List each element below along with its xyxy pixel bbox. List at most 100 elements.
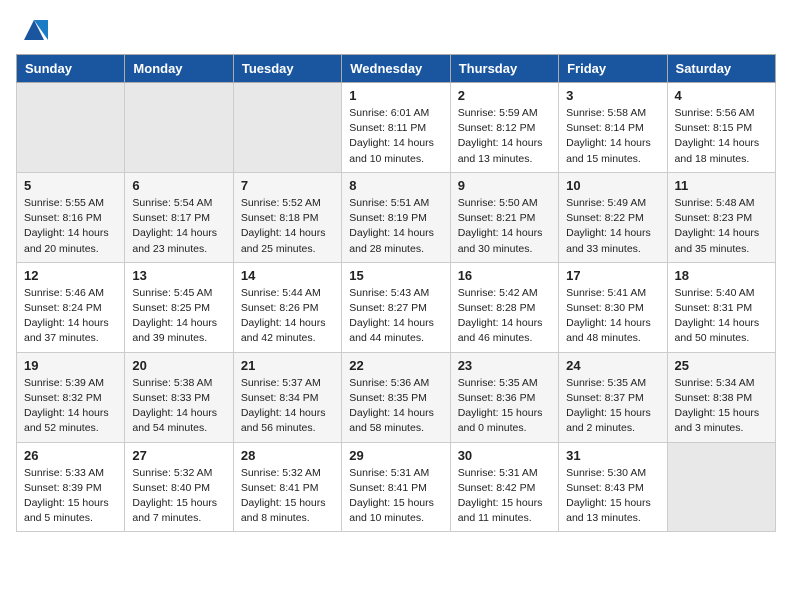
day-number: 13	[132, 268, 225, 283]
logo-icon	[20, 16, 48, 44]
day-number: 29	[349, 448, 442, 463]
calendar-cell: 13 Sunrise: 5:45 AM Sunset: 8:25 PM Dayli…	[125, 262, 233, 352]
calendar-cell: 18Sunrise: 5:40 AM Sunset: 8:31 PM Dayli…	[667, 262, 775, 352]
day-number: 30	[458, 448, 551, 463]
day-info: Sunrise: 5:36 AM Sunset: 8:35 PM Dayligh…	[349, 376, 442, 437]
day-info: Sunrise: 5:48 AM Sunset: 8:23 PM Dayligh…	[675, 196, 768, 257]
day-number: 14	[241, 268, 334, 283]
day-info: Sunrise: 5:42 AM Sunset: 8:28 PM Dayligh…	[458, 286, 551, 347]
calendar-cell: 29 Sunrise: 5:31 AM Sunset: 8:41 PM Dayli…	[342, 442, 450, 532]
day-info: Sunrise: 5:54 AM Sunset: 8:17 PM Dayligh…	[132, 196, 225, 257]
header-thursday: Thursday	[450, 55, 558, 83]
day-number: 6	[132, 178, 225, 193]
day-info: Sunrise: 5:38 AM Sunset: 8:33 PM Dayligh…	[132, 376, 225, 437]
day-info: Sunrise: 5:45 AM Sunset: 8:25 PM Dayligh…	[132, 286, 225, 347]
day-info: Sunrise: 5:31 AM Sunset: 8:41 PM Dayligh…	[349, 466, 442, 527]
day-info: Sunrise: 5:43 AM Sunset: 8:27 PM Dayligh…	[349, 286, 442, 347]
calendar-cell: 20 Sunrise: 5:38 AM Sunset: 8:33 PM Dayli…	[125, 352, 233, 442]
day-number: 9	[458, 178, 551, 193]
calendar-cell	[125, 83, 233, 173]
calendar-cell: 25Sunrise: 5:34 AM Sunset: 8:38 PM Dayli…	[667, 352, 775, 442]
calendar-cell: 11 Sunrise: 5:48 AM Sunset: 8:23 PM Dayli…	[667, 172, 775, 262]
calendar-table: SundayMondayTuesdayWednesdayThursdayFrid…	[16, 54, 776, 532]
header-wednesday: Wednesday	[342, 55, 450, 83]
calendar-week-row: 5 Sunrise: 5:55 AM Sunset: 8:16 PM Daylig…	[17, 172, 776, 262]
calendar-cell: 4 Sunrise: 5:56 AM Sunset: 8:15 PM Daylig…	[667, 83, 775, 173]
day-number: 27	[132, 448, 225, 463]
page-header	[16, 16, 776, 44]
day-number: 24	[566, 358, 659, 373]
day-number: 22	[349, 358, 442, 373]
calendar-cell: 16 Sunrise: 5:42 AM Sunset: 8:28 PM Dayli…	[450, 262, 558, 352]
calendar-cell: 5 Sunrise: 5:55 AM Sunset: 8:16 PM Daylig…	[17, 172, 125, 262]
header-friday: Friday	[559, 55, 667, 83]
calendar-cell: 31Sunrise: 5:30 AM Sunset: 8:43 PM Dayli…	[559, 442, 667, 532]
day-number: 8	[349, 178, 442, 193]
calendar-cell: 2 Sunrise: 5:59 AM Sunset: 8:12 PM Daylig…	[450, 83, 558, 173]
day-info: Sunrise: 5:55 AM Sunset: 8:16 PM Dayligh…	[24, 196, 117, 257]
calendar-cell: 9 Sunrise: 5:50 AM Sunset: 8:21 PM Daylig…	[450, 172, 558, 262]
calendar-cell: 27 Sunrise: 5:32 AM Sunset: 8:40 PM Dayli…	[125, 442, 233, 532]
day-info: Sunrise: 5:32 AM Sunset: 8:40 PM Dayligh…	[132, 466, 225, 527]
day-number: 11	[675, 178, 768, 193]
calendar-cell: 3Sunrise: 5:58 AM Sunset: 8:14 PM Daylig…	[559, 83, 667, 173]
day-number: 19	[24, 358, 117, 373]
day-info: Sunrise: 5:50 AM Sunset: 8:21 PM Dayligh…	[458, 196, 551, 257]
day-number: 5	[24, 178, 117, 193]
calendar-cell: 28 Sunrise: 5:32 AM Sunset: 8:41 PM Dayli…	[233, 442, 341, 532]
calendar-cell: 17 Sunrise: 5:41 AM Sunset: 8:30 PM Dayli…	[559, 262, 667, 352]
calendar-cell: 1Sunrise: 6:01 AM Sunset: 8:11 PM Daylig…	[342, 83, 450, 173]
calendar-cell: 30 Sunrise: 5:31 AM Sunset: 8:42 PM Dayli…	[450, 442, 558, 532]
day-info: Sunrise: 5:33 AM Sunset: 8:39 PM Dayligh…	[24, 466, 117, 527]
calendar-cell: 8 Sunrise: 5:51 AM Sunset: 8:19 PM Daylig…	[342, 172, 450, 262]
day-number: 15	[349, 268, 442, 283]
calendar-cell: 19 Sunrise: 5:39 AM Sunset: 8:32 PM Dayli…	[17, 352, 125, 442]
day-info: Sunrise: 5:59 AM Sunset: 8:12 PM Dayligh…	[458, 106, 551, 167]
day-info: Sunrise: 5:58 AM Sunset: 8:14 PM Dayligh…	[566, 106, 659, 167]
day-number: 7	[241, 178, 334, 193]
day-info: Sunrise: 5:51 AM Sunset: 8:19 PM Dayligh…	[349, 196, 442, 257]
day-info: Sunrise: 5:31 AM Sunset: 8:42 PM Dayligh…	[458, 466, 551, 527]
calendar-cell: 22 Sunrise: 5:36 AM Sunset: 8:35 PM Dayli…	[342, 352, 450, 442]
day-number: 20	[132, 358, 225, 373]
day-info: Sunrise: 5:41 AM Sunset: 8:30 PM Dayligh…	[566, 286, 659, 347]
day-info: Sunrise: 5:56 AM Sunset: 8:15 PM Dayligh…	[675, 106, 768, 167]
day-info: Sunrise: 5:34 AM Sunset: 8:38 PM Dayligh…	[675, 376, 768, 437]
day-info: Sunrise: 5:44 AM Sunset: 8:26 PM Dayligh…	[241, 286, 334, 347]
calendar-cell: 7 Sunrise: 5:52 AM Sunset: 8:18 PM Daylig…	[233, 172, 341, 262]
calendar-cell: 26Sunrise: 5:33 AM Sunset: 8:39 PM Dayli…	[17, 442, 125, 532]
calendar-week-row: 19 Sunrise: 5:39 AM Sunset: 8:32 PM Dayli…	[17, 352, 776, 442]
day-info: Sunrise: 5:35 AM Sunset: 8:36 PM Dayligh…	[458, 376, 551, 437]
day-number: 4	[675, 88, 768, 103]
calendar-cell: 10 Sunrise: 5:49 AM Sunset: 8:22 PM Dayli…	[559, 172, 667, 262]
day-info: Sunrise: 5:40 AM Sunset: 8:31 PM Dayligh…	[675, 286, 768, 347]
calendar-cell: 21Sunrise: 5:37 AM Sunset: 8:34 PM Dayli…	[233, 352, 341, 442]
day-info: Sunrise: 5:52 AM Sunset: 8:18 PM Dayligh…	[241, 196, 334, 257]
day-info: Sunrise: 5:35 AM Sunset: 8:37 PM Dayligh…	[566, 376, 659, 437]
day-info: Sunrise: 5:46 AM Sunset: 8:24 PM Dayligh…	[24, 286, 117, 347]
calendar-week-row: 12 Sunrise: 5:46 AM Sunset: 8:24 PM Dayli…	[17, 262, 776, 352]
header-monday: Monday	[125, 55, 233, 83]
day-number: 28	[241, 448, 334, 463]
calendar-cell: 15 Sunrise: 5:43 AM Sunset: 8:27 PM Dayli…	[342, 262, 450, 352]
day-number: 10	[566, 178, 659, 193]
day-number: 12	[24, 268, 117, 283]
calendar-cell: 24 Sunrise: 5:35 AM Sunset: 8:37 PM Dayli…	[559, 352, 667, 442]
day-number: 2	[458, 88, 551, 103]
calendar-week-row: 1Sunrise: 6:01 AM Sunset: 8:11 PM Daylig…	[17, 83, 776, 173]
calendar-cell	[233, 83, 341, 173]
day-info: Sunrise: 5:39 AM Sunset: 8:32 PM Dayligh…	[24, 376, 117, 437]
calendar-cell: 14 Sunrise: 5:44 AM Sunset: 8:26 PM Dayli…	[233, 262, 341, 352]
day-number: 17	[566, 268, 659, 283]
logo	[16, 16, 48, 44]
day-info: Sunrise: 5:37 AM Sunset: 8:34 PM Dayligh…	[241, 376, 334, 437]
day-info: Sunrise: 5:30 AM Sunset: 8:43 PM Dayligh…	[566, 466, 659, 527]
day-info: Sunrise: 5:32 AM Sunset: 8:41 PM Dayligh…	[241, 466, 334, 527]
day-info: Sunrise: 5:49 AM Sunset: 8:22 PM Dayligh…	[566, 196, 659, 257]
day-number: 16	[458, 268, 551, 283]
calendar-header-row: SundayMondayTuesdayWednesdayThursdayFrid…	[17, 55, 776, 83]
calendar-cell	[667, 442, 775, 532]
calendar-cell: 6 Sunrise: 5:54 AM Sunset: 8:17 PM Daylig…	[125, 172, 233, 262]
calendar-cell: 12 Sunrise: 5:46 AM Sunset: 8:24 PM Dayli…	[17, 262, 125, 352]
calendar-cell	[17, 83, 125, 173]
